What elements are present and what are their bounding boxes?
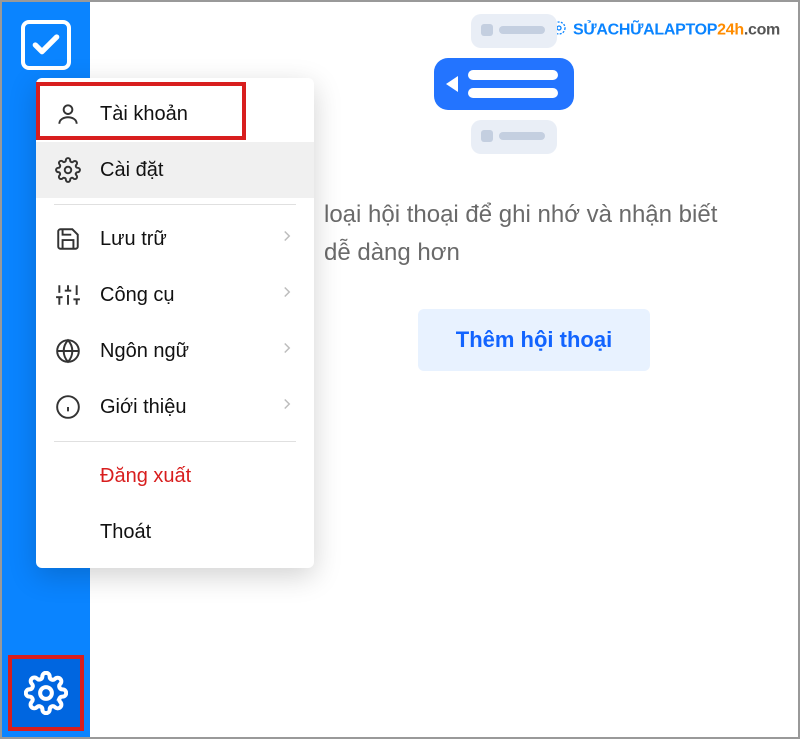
menu-label: Đăng xuất bbox=[100, 465, 191, 488]
save-icon bbox=[54, 225, 82, 253]
globe-icon bbox=[54, 337, 82, 365]
menu-item-tools[interactable]: Công cụ bbox=[36, 267, 314, 323]
menu-label: Lưu trữ bbox=[100, 228, 167, 251]
watermark-brand-grey: .com bbox=[744, 22, 780, 39]
menu-label: Giới thiệu bbox=[100, 396, 186, 419]
menu-item-account[interactable]: Tài khoản bbox=[36, 86, 314, 142]
sliders-icon bbox=[54, 281, 82, 309]
check-icon bbox=[30, 29, 62, 61]
chevron-right-icon bbox=[278, 283, 296, 307]
chevron-right-icon bbox=[278, 339, 296, 363]
menu-separator bbox=[54, 441, 296, 442]
menu-label: Công cụ bbox=[100, 284, 175, 307]
gear-icon bbox=[24, 671, 68, 715]
menu-item-logout[interactable]: Đăng xuất bbox=[36, 448, 314, 504]
menu-item-language[interactable]: Ngôn ngữ bbox=[36, 323, 314, 379]
settings-menu: Tài khoản Cài đặt Lưu trữ Công cụ Ngôn n… bbox=[36, 78, 314, 568]
menu-item-exit[interactable]: Thoát bbox=[36, 504, 314, 560]
sidebar-check-box[interactable] bbox=[21, 20, 71, 70]
watermark-brand-blue: SỬACHỮALAPTOP bbox=[573, 22, 717, 39]
sidebar-settings-button[interactable] bbox=[8, 655, 84, 731]
gear-icon bbox=[54, 156, 82, 184]
add-conversation-button[interactable]: Thêm hội thoại bbox=[418, 309, 650, 371]
user-icon bbox=[54, 100, 82, 128]
bubble-small bbox=[471, 14, 557, 48]
info-icon bbox=[54, 393, 82, 421]
watermark: SỬACHỮALAPTOP24h.com bbox=[551, 20, 780, 41]
chevron-right-icon bbox=[278, 227, 296, 251]
menu-item-storage[interactable]: Lưu trữ bbox=[36, 211, 314, 267]
menu-label: Tài khoản bbox=[100, 103, 188, 126]
menu-label: Thoát bbox=[100, 521, 151, 544]
menu-item-settings[interactable]: Cài đặt bbox=[36, 142, 314, 198]
illustration-bubbles bbox=[454, 14, 574, 154]
menu-label: Ngôn ngữ bbox=[100, 340, 189, 363]
watermark-brand-orange: 24h bbox=[717, 22, 744, 39]
bubble-small bbox=[471, 120, 557, 154]
menu-label: Cài đặt bbox=[100, 159, 163, 182]
menu-separator bbox=[54, 204, 296, 205]
bubble-big bbox=[434, 58, 574, 110]
chevron-right-icon bbox=[278, 395, 296, 419]
menu-item-about[interactable]: Giới thiệu bbox=[36, 379, 314, 435]
hint-text: loại hội thoại để ghi nhớ và nhận biết d… bbox=[324, 196, 744, 273]
